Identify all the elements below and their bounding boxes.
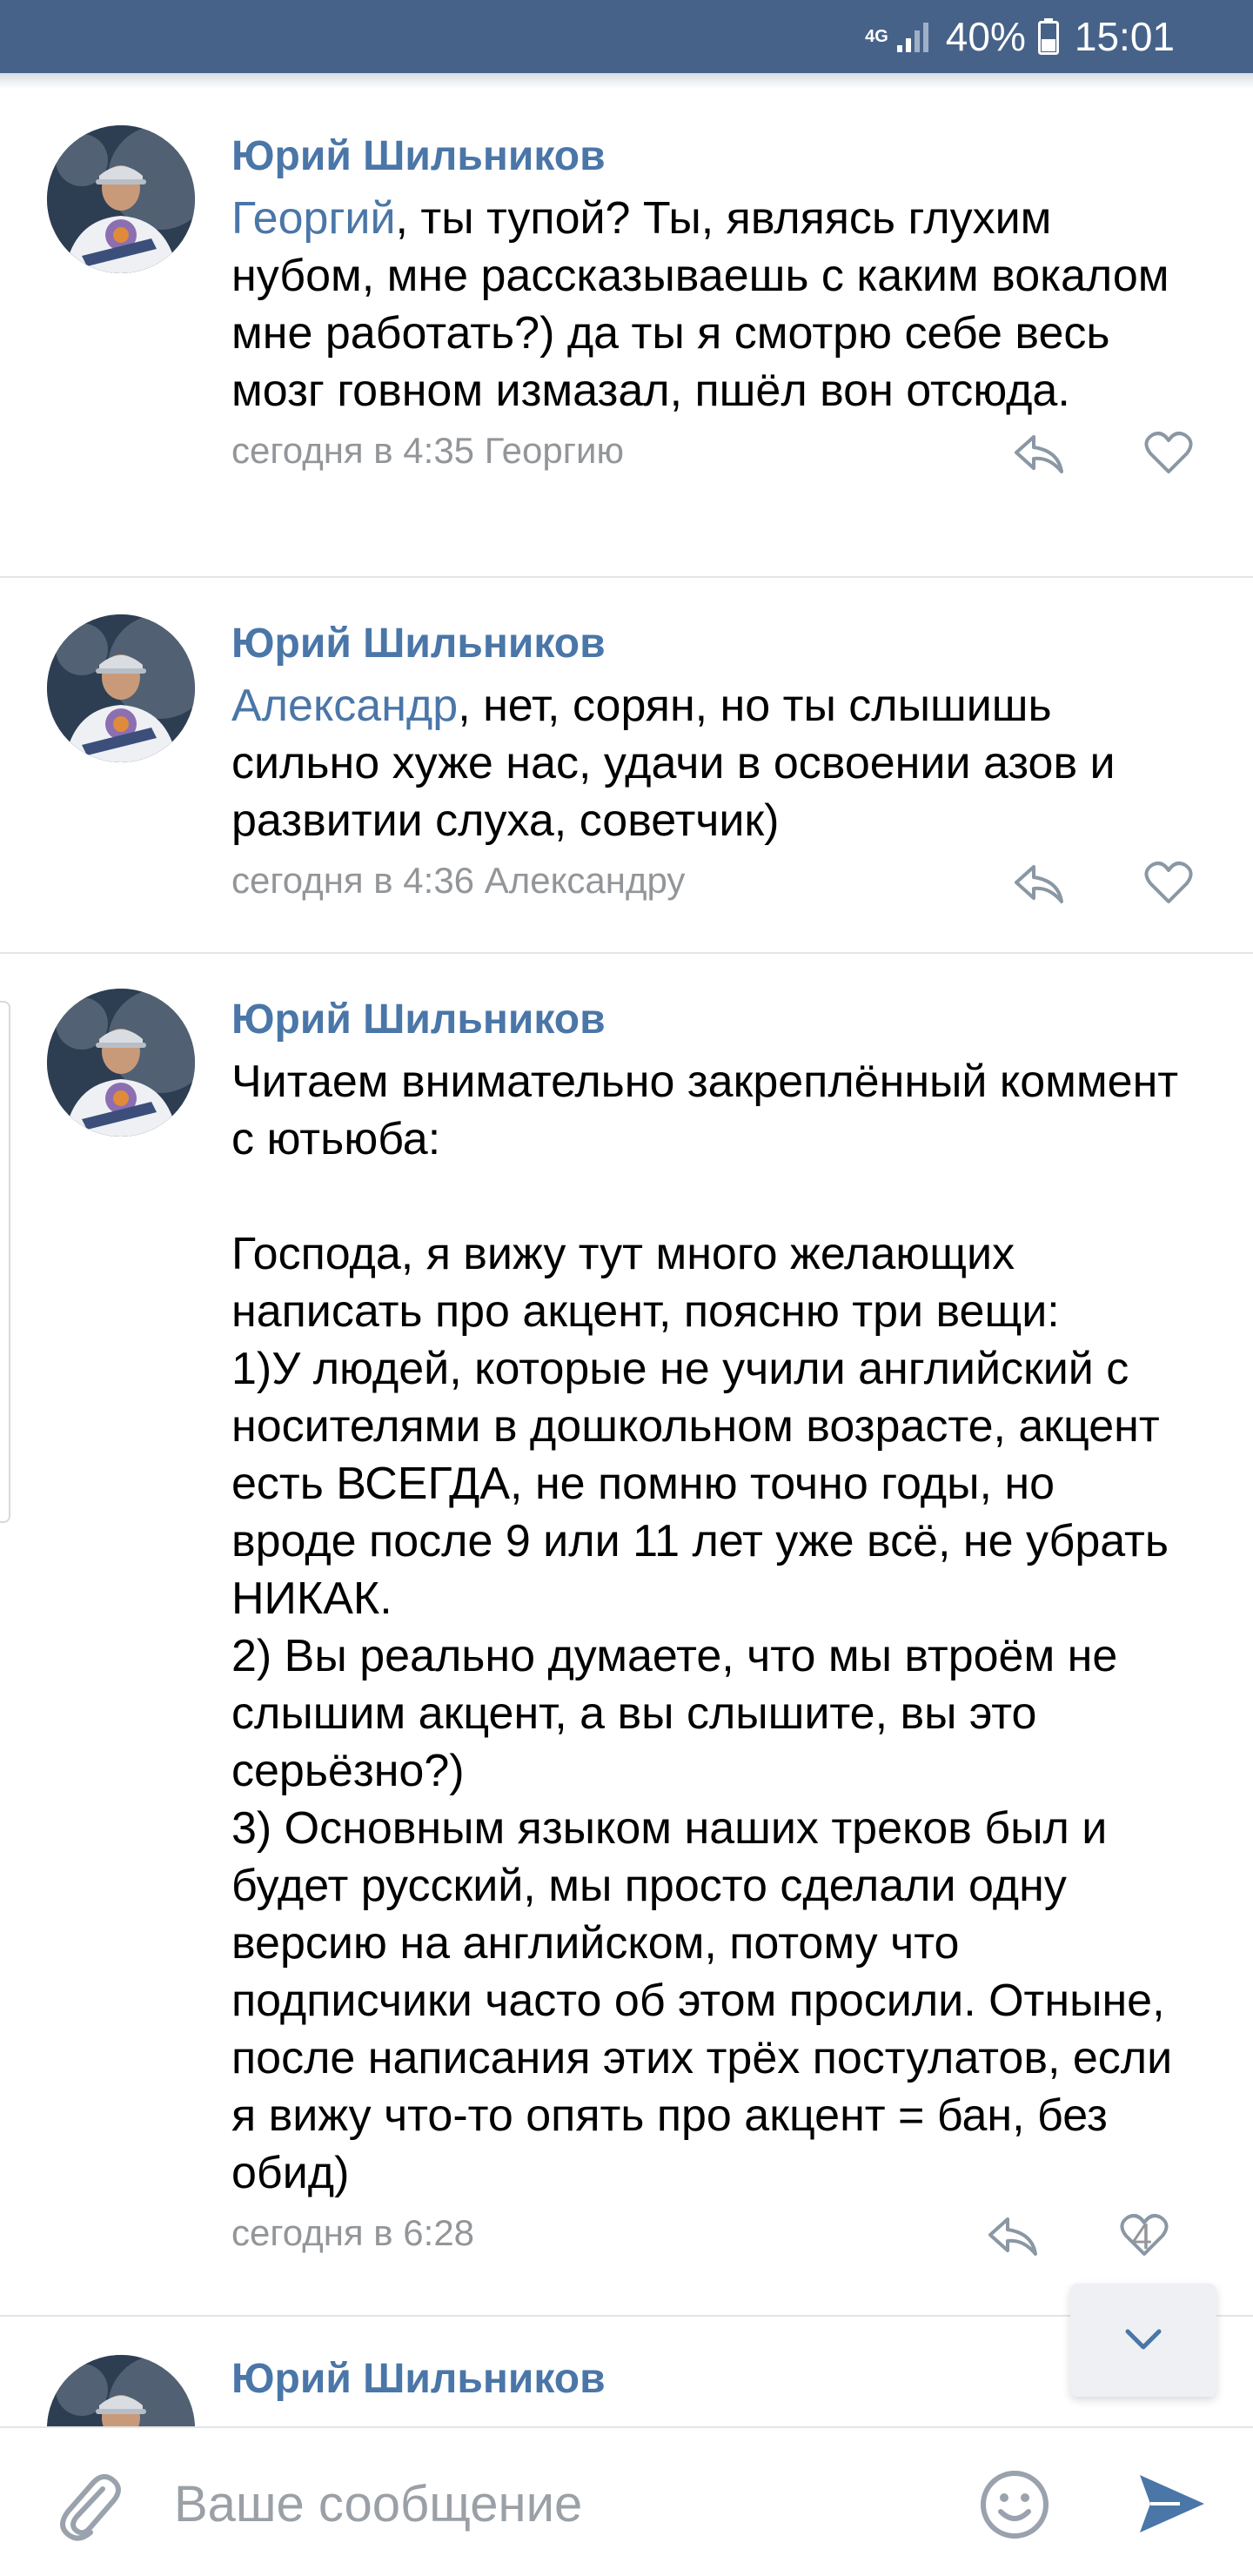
comment-meta: сегодня в 4:35 Георгию [231,426,1194,484]
like-count: 4 [1131,2216,1152,2257]
comment-timestamp: сегодня в 6:28 [231,2212,475,2253]
avatar-photo [47,989,195,1137]
comment-item: Юрий Шильников Александр, нет, сорян, но… [0,578,1253,954]
reply-icon[interactable] [985,2212,1041,2261]
chevron-down-icon [1125,2329,1162,2350]
send-icon[interactable] [1135,2466,1209,2541]
smile-icon[interactable] [978,2468,1051,2541]
network-type: 4G [865,27,888,46]
battery-icon [1037,18,1059,55]
message-composer [0,2426,1253,2576]
avatar-photo [47,125,195,273]
heart-icon[interactable] [1143,430,1194,477]
comment-meta: сегодня в 4:36 Александру [231,856,1194,914]
avatar[interactable] [47,2355,195,2426]
clock: 15:01 [1074,14,1175,59]
comment-author[interactable]: Юрий Шильников [231,2355,1192,2404]
reply-icon[interactable] [1011,430,1067,479]
comment-author[interactable]: Юрий Шильников [231,132,1192,181]
mention-link[interactable]: Александр [231,681,458,731]
battery-percent: 40% [945,14,1026,59]
scroll-down-button[interactable] [1070,2284,1216,2397]
signal-icon [896,23,928,52]
avatar-photo [47,614,195,762]
comment-meta: сегодня в 6:28 4 [231,2209,1192,2266]
message-input[interactable] [174,2473,940,2534]
avatar[interactable] [47,614,195,762]
comments-feed[interactable]: Юрий Шильников Георгий, ты тупой? Ты, яв… [0,89,1253,2426]
comment-author[interactable]: Юрий Шильников [231,996,1192,1044]
comment-author[interactable]: Юрий Шильников [231,620,1192,668]
comment-item: Юрий Шильников [0,2317,1253,2426]
mention-link[interactable]: Георгий [231,193,396,244]
comment-timestamp: сегодня в 4:35 Георгию [231,430,624,471]
reply-icon[interactable] [1011,860,1067,909]
avatar[interactable] [47,125,195,273]
paperclip-icon[interactable] [52,2463,122,2541]
avatar-photo [47,2355,195,2426]
comment-item: Юрий Шильников Георгий, ты тупой? Ты, яв… [0,89,1253,578]
comment-item: Юрий Шильников Читаем внимательно закреп… [0,954,1253,2317]
status-bar: 4G 40% 15:01 [0,0,1253,73]
comment-timestamp: сегодня в 4:36 Александру [231,860,686,901]
comment-text: Читаем внимательно закреплённый коммент … [231,1057,1179,2198]
comment-text: Георгий, ты тупой? Ты, являясь глухим ну… [231,190,1192,419]
side-handle[interactable] [0,1001,10,1523]
avatar[interactable] [47,989,195,1137]
header-shadow [0,73,1253,89]
heart-icon[interactable] [1143,860,1194,907]
comment-text: Александр, нет, сорян, но ты слышишь сил… [231,677,1192,849]
